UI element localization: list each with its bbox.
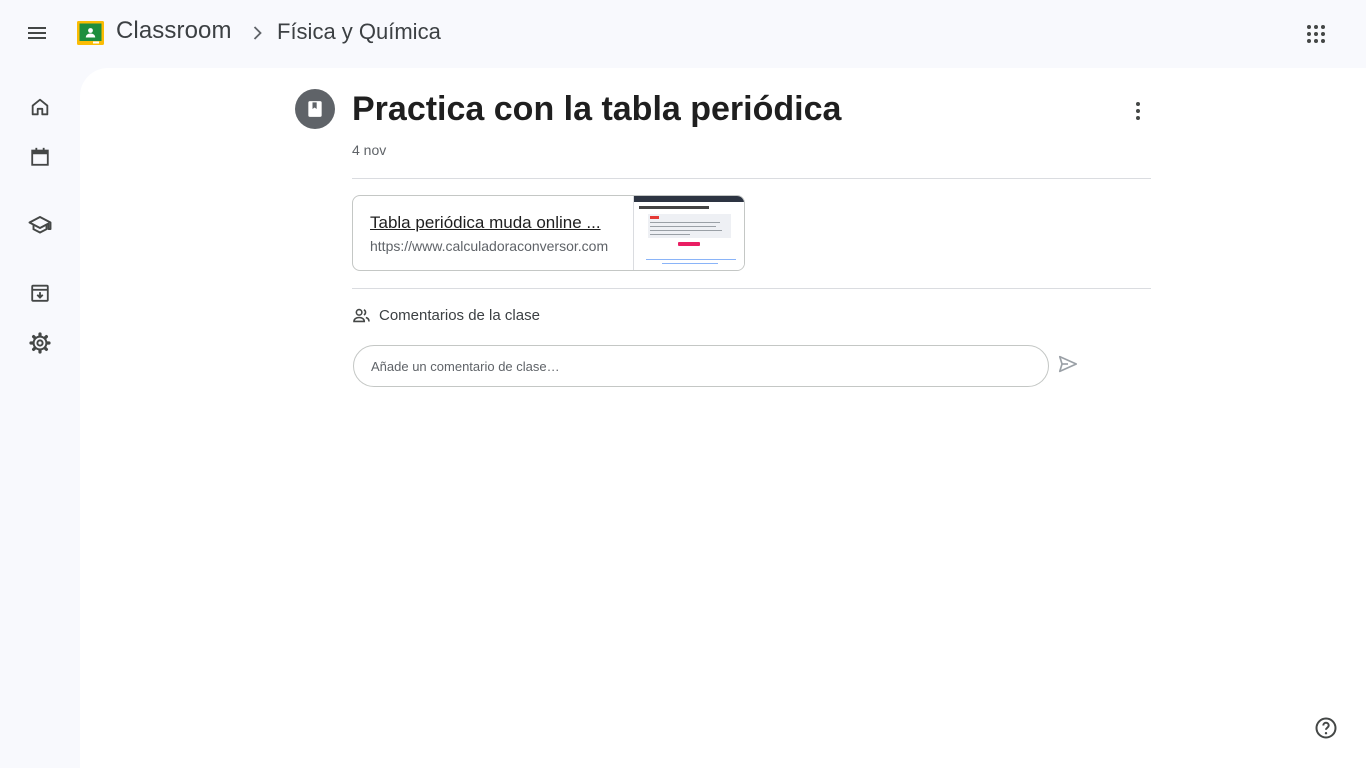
people-icon bbox=[353, 308, 370, 323]
thumbnail-heading bbox=[639, 206, 710, 209]
more-options-button[interactable] bbox=[1118, 91, 1158, 131]
class-comments-header: Comentarios de la clase bbox=[352, 306, 540, 325]
posted-date: 4 nov bbox=[352, 142, 387, 158]
book-icon bbox=[308, 101, 322, 117]
navigation-rail bbox=[0, 68, 80, 768]
more-vertical-icon bbox=[1136, 102, 1140, 120]
comments-divider bbox=[352, 288, 1151, 289]
thumbnail-navbar bbox=[634, 196, 744, 202]
thumbnail-text-line bbox=[650, 234, 691, 235]
home-icon bbox=[31, 98, 49, 116]
main-menu-button[interactable] bbox=[17, 13, 57, 53]
archive-icon bbox=[31, 284, 49, 302]
classroom-logo[interactable] bbox=[77, 21, 104, 45]
apps-grid-icon bbox=[1307, 25, 1325, 43]
rail-item-calendar[interactable] bbox=[20, 137, 60, 177]
send-icon bbox=[1058, 355, 1078, 373]
hamburger-menu-icon bbox=[28, 27, 46, 39]
rail-item-enrolled[interactable] bbox=[20, 205, 60, 245]
material-type-badge bbox=[295, 89, 335, 129]
material-title: Practica con la tabla periódica bbox=[352, 90, 842, 128]
breadcrumb-class-name[interactable]: Física y Química bbox=[277, 19, 441, 45]
school-icon bbox=[28, 216, 52, 234]
top-bar: Classroom Física y Química bbox=[0, 0, 1366, 68]
thumbnail-link-row bbox=[646, 259, 737, 260]
send-comment-button[interactable] bbox=[1048, 344, 1088, 384]
thumbnail-label bbox=[650, 216, 660, 219]
help-icon bbox=[1315, 717, 1337, 739]
attachment-title[interactable]: Tabla periódica muda online ... bbox=[370, 213, 616, 233]
link-attachment-card[interactable]: Tabla periódica muda online ... https://… bbox=[352, 195, 745, 271]
attachment-url: https://www.calculadoraconversor.com bbox=[370, 238, 609, 254]
app-title[interactable]: Classroom bbox=[116, 17, 232, 45]
google-apps-button[interactable] bbox=[1296, 14, 1336, 54]
attachment-thumbnail[interactable] bbox=[633, 196, 744, 270]
title-divider bbox=[352, 178, 1151, 179]
gear-icon bbox=[29, 332, 51, 354]
attachment-text: Tabla periódica muda online ... https://… bbox=[353, 196, 633, 270]
help-button[interactable] bbox=[1306, 708, 1346, 748]
thumbnail-text-line bbox=[650, 222, 721, 223]
class-comment-input[interactable] bbox=[353, 345, 1049, 387]
rail-item-settings[interactable] bbox=[20, 323, 60, 363]
rail-item-archived[interactable] bbox=[20, 273, 60, 313]
chevron-right-icon bbox=[253, 26, 262, 40]
thumbnail-text-line bbox=[650, 226, 717, 227]
thumbnail-text-line bbox=[650, 230, 723, 231]
rail-item-home[interactable] bbox=[20, 87, 60, 127]
class-comments-label: Comentarios de la clase bbox=[379, 307, 540, 324]
thumbnail-link-row bbox=[662, 263, 719, 264]
thumbnail-button bbox=[678, 242, 701, 246]
calendar-icon bbox=[31, 147, 49, 166]
material-detail-panel: Practica con la tabla periódica 4 nov Ta… bbox=[80, 68, 1366, 768]
